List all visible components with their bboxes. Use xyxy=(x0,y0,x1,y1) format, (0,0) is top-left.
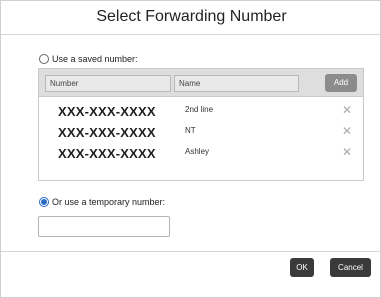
saved-numbers-table: Number Name Add XXX-XXX-XXXX 2nd line ✕ … xyxy=(38,68,364,181)
row-name: 2nd line xyxy=(185,105,214,114)
title-divider xyxy=(1,34,381,35)
footer-divider xyxy=(1,251,381,252)
temporary-number-label: Or use a temporary number: xyxy=(52,197,166,207)
row-number: XXX-XXX-XXXX xyxy=(58,125,156,140)
temporary-number-radio[interactable] xyxy=(39,197,49,207)
row-name: NT xyxy=(185,126,196,135)
close-icon[interactable]: ✕ xyxy=(342,104,352,116)
select-forwarding-number-dialog: Select Forwarding Number Use a saved num… xyxy=(0,0,381,298)
ok-button[interactable]: OK xyxy=(290,258,314,277)
table-row[interactable]: XXX-XXX-XXXX 2nd line ✕ xyxy=(39,103,363,120)
table-row[interactable]: XXX-XXX-XXXX Ashley ✕ xyxy=(39,145,363,162)
column-header-name: Name xyxy=(174,75,299,92)
close-icon[interactable]: ✕ xyxy=(342,125,352,137)
row-number: XXX-XXX-XXXX xyxy=(58,104,156,119)
dialog-title: Select Forwarding Number xyxy=(96,8,287,25)
column-header-number: Number xyxy=(45,75,171,92)
saved-number-label: Use a saved number: xyxy=(52,54,138,64)
cancel-button[interactable]: Cancel xyxy=(330,258,371,277)
table-header: Number Name Add xyxy=(39,69,363,97)
add-number-button[interactable]: Add xyxy=(325,74,357,92)
close-icon[interactable]: ✕ xyxy=(342,146,352,158)
saved-number-radio[interactable] xyxy=(39,54,49,64)
temporary-number-input[interactable] xyxy=(38,216,170,237)
row-number: XXX-XXX-XXXX xyxy=(58,146,156,161)
table-row[interactable]: XXX-XXX-XXXX NT ✕ xyxy=(39,124,363,141)
row-name: Ashley xyxy=(185,147,210,156)
